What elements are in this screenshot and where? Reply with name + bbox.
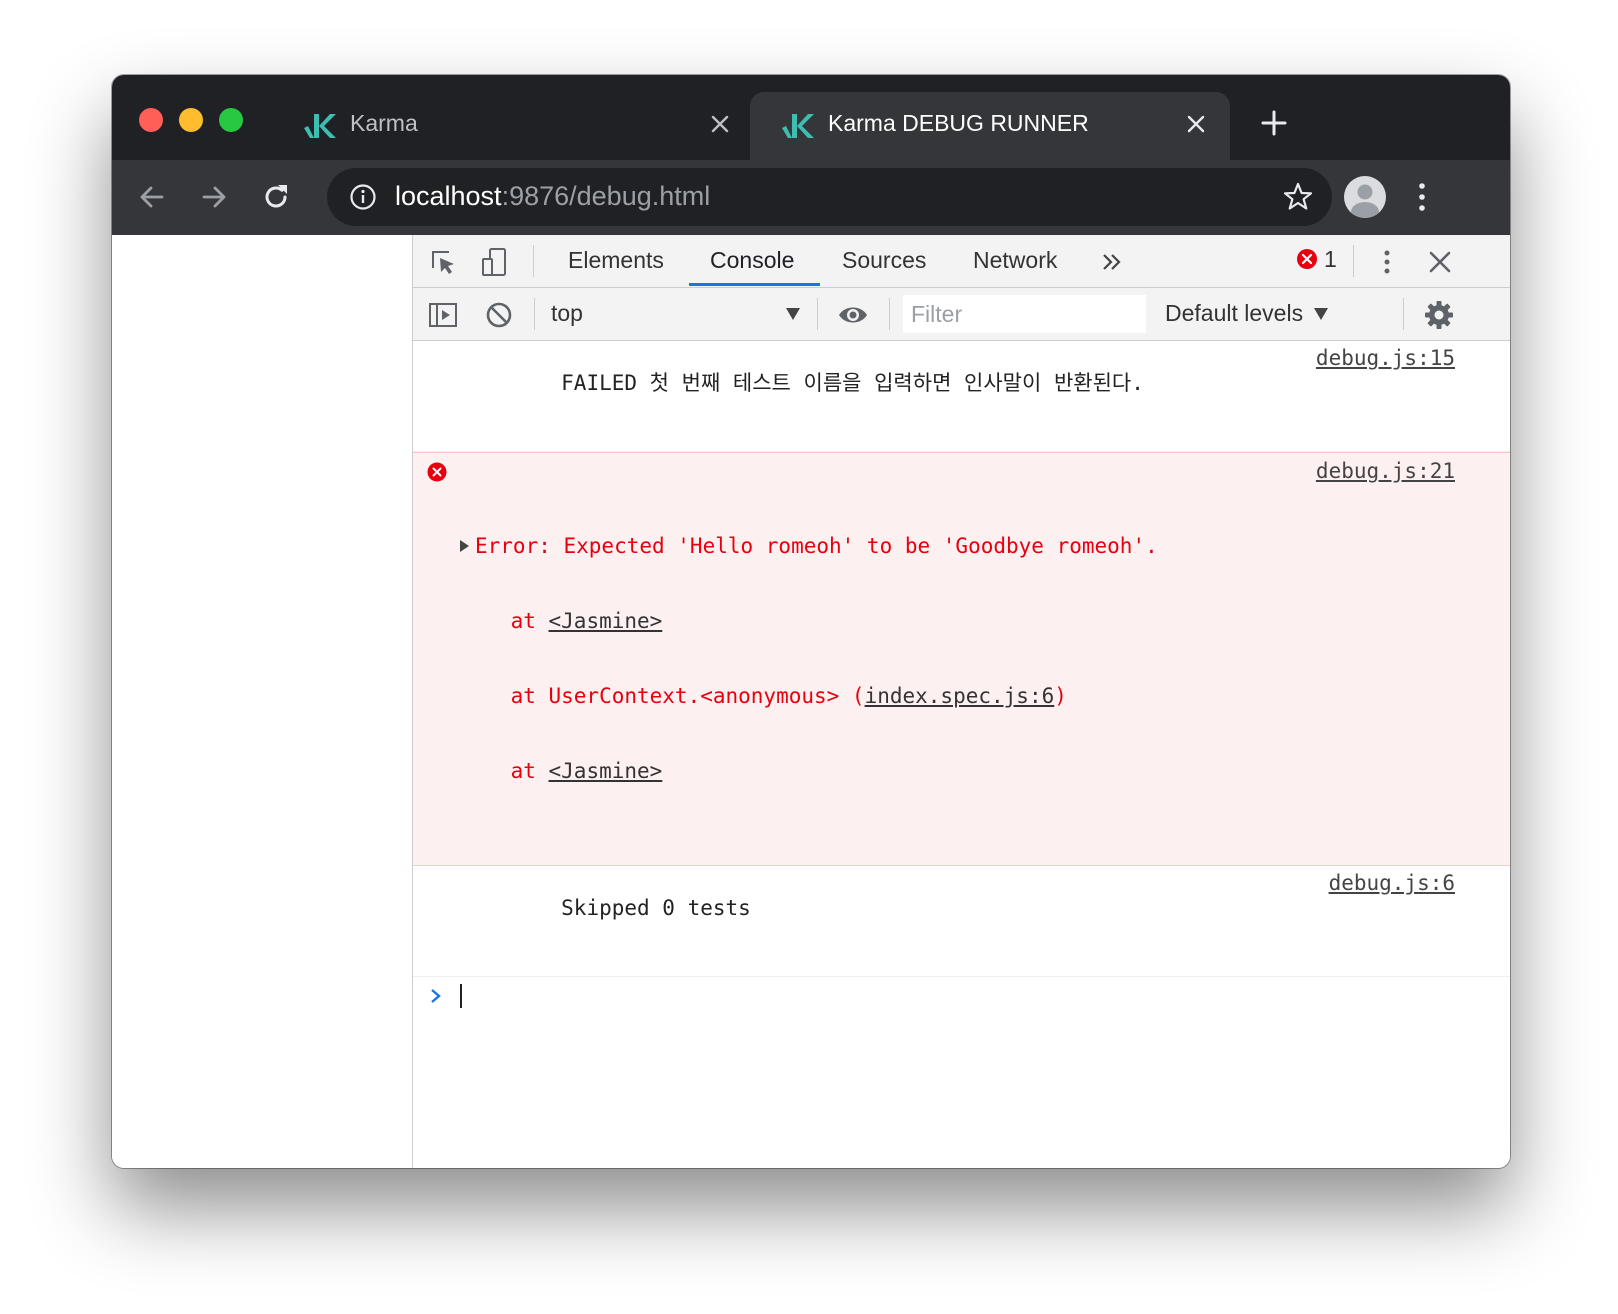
karma-logo-icon <box>304 114 336 138</box>
devtools-tab-bar: Elements Console Sources Network 1 <box>413 235 1510 288</box>
tab-elements[interactable]: Elements <box>568 247 664 274</box>
tab-strip: Karma Karma DEBUG RUNNER <box>112 75 1510 160</box>
error-icon <box>427 462 447 482</box>
source-link[interactable]: debug.js:6 <box>1329 871 1455 896</box>
profile-avatar[interactable] <box>1344 176 1386 218</box>
separator <box>534 298 535 330</box>
url-host: localhost <box>395 181 502 211</box>
tab-karma[interactable]: Karma <box>272 92 754 160</box>
tab-title: Karma <box>350 110 418 136</box>
minimize-window-button[interactable] <box>179 108 203 132</box>
console-message: Skipped 0 tests debug.js:6 <box>413 866 1510 977</box>
browser-menu-icon[interactable] <box>1412 180 1432 214</box>
tab-console[interactable]: Console <box>710 247 794 274</box>
url-path: :9876/debug.html <box>501 181 711 211</box>
active-tab-indicator <box>689 283 820 286</box>
error-first-line[interactable]: Error: Expected 'Hello romeoh' to be 'Go… <box>460 534 1510 559</box>
tab-karma-debug-runner[interactable]: Karma DEBUG RUNNER <box>750 92 1230 160</box>
source-link[interactable]: debug.js:21 <box>1316 459 1455 484</box>
live-expression-eye-icon[interactable] <box>837 299 869 331</box>
stack-prefix: at <box>460 609 549 633</box>
stack-link[interactable]: <Jasmine> <box>549 759 663 783</box>
message-text: Skipped 0 tests <box>561 896 751 920</box>
source-link[interactable]: debug.js:15 <box>1316 346 1455 371</box>
log-levels-dropdown[interactable]: Default levels <box>1165 300 1303 327</box>
stack-suffix: ) <box>1054 684 1067 708</box>
error-count[interactable]: 1 <box>1324 246 1337 273</box>
separator <box>1403 298 1404 330</box>
address-bar[interactable]: localhost:9876/debug.html <box>327 168 1332 226</box>
stack-line: at UserContext.<anonymous> (index.spec.j… <box>460 684 1510 709</box>
close-devtools-icon[interactable] <box>1424 246 1456 278</box>
separator <box>1353 245 1354 277</box>
tab-sources[interactable]: Sources <box>842 247 926 274</box>
separator <box>533 245 534 277</box>
tab-network[interactable]: Network <box>973 247 1057 274</box>
bookmark-star-icon[interactable] <box>1282 181 1314 213</box>
devtools-panel: Elements Console Sources Network 1 top F… <box>413 235 1510 1168</box>
stack-line: at <Jasmine> <box>460 759 1510 784</box>
person-icon <box>1351 184 1379 218</box>
tab-title: Karma DEBUG RUNNER <box>828 110 1089 136</box>
clear-console-icon[interactable] <box>483 299 515 331</box>
stack-link[interactable]: index.spec.js:6 <box>865 684 1055 708</box>
new-tab-plus-icon[interactable] <box>1260 109 1288 137</box>
prompt-chevron-icon <box>431 989 441 1003</box>
browser-toolbar: localhost:9876/debug.html <box>112 160 1510 235</box>
zoom-window-button[interactable] <box>219 108 243 132</box>
browser-window: Karma Karma DEBUG RUNNER localhost:9876/… <box>112 75 1510 1168</box>
separator <box>889 298 890 330</box>
error-count-icon[interactable] <box>1296 248 1318 270</box>
console-output: FAILED 첫 번째 테스트 이름을 입력하면 인사말이 반환된다. debu… <box>413 341 1510 1017</box>
text-caret <box>460 984 462 1008</box>
forward-arrow-icon[interactable] <box>196 179 232 215</box>
sidebar-toggle-icon[interactable] <box>427 299 459 331</box>
expand-triangle-icon[interactable] <box>460 540 469 552</box>
dropdown-arrow-icon[interactable] <box>1314 308 1328 320</box>
reload-icon[interactable] <box>258 179 294 215</box>
karma-logo-icon <box>782 114 814 138</box>
close-window-button[interactable] <box>139 108 163 132</box>
stack-link[interactable]: <Jasmine> <box>549 609 663 633</box>
console-settings-gear-icon[interactable] <box>1423 299 1455 331</box>
stack-prefix: at <box>460 759 549 783</box>
devtools-menu-icon[interactable] <box>1371 246 1403 278</box>
page-viewport <box>112 235 413 1168</box>
close-tab-icon[interactable] <box>1184 112 1208 136</box>
inspect-element-icon[interactable] <box>427 246 459 278</box>
context-selector[interactable]: top <box>551 300 583 327</box>
url-text: localhost:9876/debug.html <box>395 181 710 212</box>
dropdown-arrow-icon[interactable] <box>786 308 800 320</box>
console-error-message: Error: Expected 'Hello romeoh' to be 'Go… <box>413 452 1510 866</box>
stack-prefix: at UserContext.<anonymous> ( <box>460 684 865 708</box>
console-message: FAILED 첫 번째 테스트 이름을 입력하면 인사말이 반환된다. debu… <box>413 341 1510 452</box>
error-text: Error: Expected 'Hello romeoh' to be 'Go… <box>475 534 1158 558</box>
device-toolbar-icon[interactable] <box>479 246 511 278</box>
close-tab-icon[interactable] <box>708 112 732 136</box>
console-prompt[interactable] <box>413 977 1510 1017</box>
message-text: FAILED 첫 번째 테스트 이름을 입력하면 인사말이 반환된다. <box>561 371 1144 395</box>
separator <box>817 298 818 330</box>
back-arrow-icon[interactable] <box>134 179 170 215</box>
more-tabs-chevron-icon[interactable] <box>1096 246 1128 278</box>
info-icon[interactable] <box>349 183 377 211</box>
console-toolbar: top Default levels <box>413 288 1510 341</box>
filter-input[interactable] <box>903 295 1146 333</box>
stack-line: at <Jasmine> <box>460 609 1510 634</box>
